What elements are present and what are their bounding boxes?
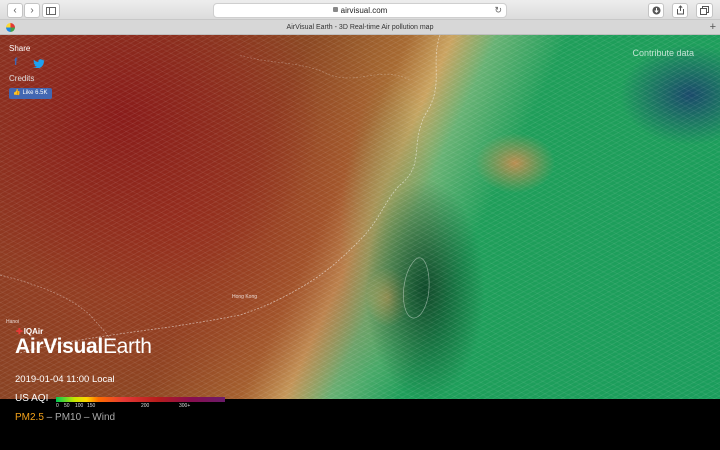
back-icon: ‹ [13, 5, 17, 16]
aqi-tick: 150 [87, 403, 96, 409]
facebook-icon[interactable]: f [14, 57, 17, 68]
share-button[interactable] [672, 3, 688, 18]
layer-wind-option[interactable]: Wind [92, 412, 115, 423]
sidebar-toggle-button[interactable] [42, 3, 60, 18]
twitter-icon[interactable] [33, 58, 45, 68]
credits-link[interactable]: Credits [9, 74, 34, 83]
reload-icon[interactable]: ↻ [494, 4, 502, 17]
aqi-tick: 200 [141, 403, 150, 409]
share-icon [676, 5, 684, 15]
back-button[interactable]: ‹ [7, 3, 23, 18]
pollution-map[interactable]: Share f Credits 👍 Like 6.5K Contribute da… [0, 35, 720, 399]
browser-toolbar: ‹ › airvisual.com ↻ [0, 0, 720, 20]
url-text: airvisual.com [340, 6, 388, 15]
place-label-hanoi: Hanoi [6, 319, 20, 325]
address-bar[interactable]: airvisual.com ↻ [213, 3, 507, 18]
aqi-color-scale [56, 397, 225, 402]
downloads-button[interactable] [648, 3, 664, 18]
download-icon [652, 6, 660, 15]
like-count: Like 6.5K [22, 90, 48, 96]
layer-pm25-option[interactable]: PM2.5 [15, 412, 44, 423]
facebook-like-button[interactable]: 👍 Like 6.5K [9, 88, 52, 99]
contribute-data-link[interactable]: Contribute data [632, 48, 694, 58]
new-tab-icon[interactable]: + [710, 20, 716, 34]
aqi-tick-labels: 0 50 100 150 200 300+ [56, 403, 226, 411]
lock-icon [332, 7, 338, 12]
aqi-tick: 300+ [179, 403, 191, 409]
layer-switcher: PM2.5 – PM10 – Wind [15, 412, 116, 423]
tabs-icon [700, 6, 709, 15]
share-label: Share [9, 44, 31, 53]
airvisual-favicon-icon [6, 23, 15, 32]
datetime-readout: 2019-01-04 11:00 Local [15, 374, 115, 385]
forward-button[interactable]: › [24, 3, 40, 18]
aqi-tick: 50 [64, 403, 70, 409]
forward-icon: › [30, 5, 34, 16]
layer-pm10-option[interactable]: PM10 [55, 412, 81, 423]
tab-bar: AirVisual Earth - 3D Real-time Air pollu… [0, 20, 720, 35]
aqi-tick: 0 [56, 403, 59, 409]
aqi-legend-label: US AQI [15, 393, 49, 404]
aqi-tick: 100 [75, 403, 84, 409]
tab-overview-button[interactable] [696, 3, 713, 18]
thumbs-up-icon: 👍 [13, 90, 21, 96]
tab-active[interactable]: AirVisual Earth - 3D Real-time Air pollu… [20, 20, 700, 35]
sidebar-icon [46, 7, 56, 15]
place-label-hong-kong: Hong Kong [232, 294, 258, 300]
airvisual-earth-title: AirVisualEarth [15, 335, 152, 358]
